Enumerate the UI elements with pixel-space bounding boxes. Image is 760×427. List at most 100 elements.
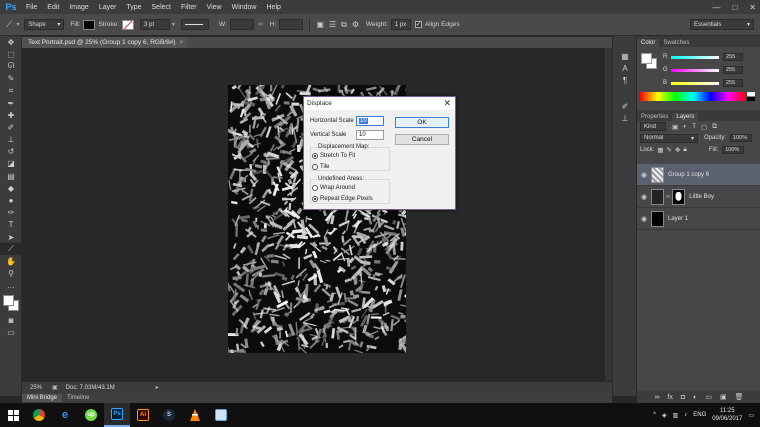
status-menu-arrow-icon[interactable]: ▸ xyxy=(156,384,159,391)
ok-button[interactable]: OK xyxy=(395,117,449,128)
layer-row-little-boy[interactable]: ◉ ∞ Little Boy xyxy=(637,186,760,208)
eyedropper-tool-icon[interactable]: ✒ xyxy=(0,97,22,109)
close-window-button[interactable]: ✕ xyxy=(749,3,756,12)
height-field[interactable] xyxy=(279,19,304,30)
dodge-tool-icon[interactable]: ● xyxy=(0,194,22,206)
quick-select-tool-icon[interactable]: ✎ xyxy=(0,73,22,85)
lock-all-icon[interactable]: 🔒︎ xyxy=(683,146,686,154)
eye-icon[interactable]: ◉ xyxy=(637,171,651,179)
stretch-to-fit-radio[interactable]: Stretch To Fit xyxy=(312,153,355,159)
edit-toolbar-icon[interactable]: … xyxy=(0,280,22,292)
wrap-around-radio[interactable]: Wrap Around xyxy=(312,185,355,191)
maximize-button[interactable]: □ xyxy=(732,3,737,12)
workspace-select[interactable]: Essentials ▾ xyxy=(690,19,754,30)
menu-type[interactable]: Type xyxy=(126,4,141,11)
tab-properties[interactable]: Properties xyxy=(637,113,672,121)
adjustment-layer-icon[interactable]: ◐ xyxy=(693,394,697,401)
crop-tool-icon[interactable]: ⌗ xyxy=(0,85,22,97)
layer-row-group-1-copy-6[interactable]: ◉ Group 1 copy 6 xyxy=(637,164,760,186)
menu-file[interactable]: File xyxy=(26,4,37,11)
volume-icon[interactable]: ♪ xyxy=(684,412,687,418)
gradient-tool-icon[interactable]: ▤ xyxy=(0,170,22,182)
lasso-tool-icon[interactable]: ᘏ xyxy=(0,60,22,72)
stretch-to-fit-radio-button[interactable] xyxy=(312,153,318,159)
blend-mode-select[interactable]: Normal ▾ xyxy=(640,133,698,143)
line-tool-icon[interactable]: ⟋ xyxy=(0,243,22,256)
lock-position-icon[interactable]: ✥ xyxy=(675,146,680,154)
fill-swatch[interactable] xyxy=(83,19,96,30)
wrap-around-radio-button[interactable] xyxy=(312,185,318,191)
pen-tool-icon[interactable]: ✑ xyxy=(0,207,22,219)
zoom-level[interactable]: 25% xyxy=(30,385,52,391)
illustrator-taskbar-icon[interactable]: Ai xyxy=(130,403,156,427)
edge-taskbar-icon[interactable]: e xyxy=(52,403,78,427)
blur-tool-icon[interactable]: ◆ xyxy=(0,182,22,194)
tab-layers[interactable]: Layers xyxy=(672,113,699,121)
red-slider[interactable] xyxy=(671,55,719,59)
repeat-edge-pixels-radio[interactable]: Repeat Edge Pixels xyxy=(312,196,373,202)
marquee-tool-icon[interactable]: ⬚ xyxy=(0,48,22,60)
shape-mode-select[interactable]: Shape ▾ xyxy=(24,19,65,30)
color-panel-foreground-swatch[interactable] xyxy=(641,53,652,64)
width-field[interactable] xyxy=(229,19,254,30)
chrome-taskbar-icon[interactable] xyxy=(26,403,52,427)
add-mask-icon[interactable]: ◘ xyxy=(681,394,685,401)
clock[interactable]: 11:25 09/06/2017 xyxy=(712,407,742,423)
clone-source-panel-icon[interactable]: ⊥ xyxy=(613,113,637,125)
tab-timeline[interactable]: Timeline xyxy=(62,394,94,402)
new-layer-icon[interactable]: ▣ xyxy=(720,393,727,401)
layer-row-layer-1[interactable]: ◉ Layer 1 xyxy=(637,208,760,230)
history-panel-icon[interactable]: ▦ xyxy=(613,50,637,62)
lock-pixels-icon[interactable]: ✎ xyxy=(667,146,672,154)
vertical-scrollbar[interactable] xyxy=(604,48,612,381)
path-operations-icon[interactable]: ▣ xyxy=(316,20,324,29)
zoom-tool-icon[interactable]: ⚲ xyxy=(0,268,22,280)
quick-mask-icon[interactable]: ◙ xyxy=(0,314,22,326)
cancel-button[interactable]: Cancel xyxy=(395,134,449,145)
path-selection-tool-icon[interactable]: ➤ xyxy=(0,231,22,243)
notepad-taskbar-icon[interactable] xyxy=(208,403,234,427)
network-icon[interactable]: ▥ xyxy=(673,412,679,419)
tile-radio-button[interactable] xyxy=(312,164,318,170)
layer-filter-select[interactable]: Kind xyxy=(640,122,666,131)
steam-taskbar-icon[interactable]: S xyxy=(156,403,182,427)
filter-pixel-icon[interactable]: ▣ xyxy=(672,123,678,131)
paragraph-panel-icon[interactable]: ¶ xyxy=(613,74,637,86)
close-tab-icon[interactable]: × xyxy=(180,39,184,46)
clone-stamp-tool-icon[interactable]: ⊥ xyxy=(0,134,22,146)
start-button[interactable] xyxy=(0,403,26,427)
menu-select[interactable]: Select xyxy=(152,4,171,11)
layer-style-icon[interactable]: fx xyxy=(667,394,672,401)
weight-field[interactable]: 1 px xyxy=(390,19,411,30)
document-tab[interactable]: Text Portrait.psd @ 25% (Group 1 copy 6,… xyxy=(22,37,187,48)
link-layers-icon[interactable]: ∞ xyxy=(654,394,659,401)
type-tool-icon[interactable]: T xyxy=(0,219,22,231)
green-slider[interactable] xyxy=(671,68,719,72)
notifications-icon[interactable]: ▭ xyxy=(748,412,754,419)
brush-tool-icon[interactable]: ✐ xyxy=(0,121,22,133)
gear-icon[interactable]: ⚙ xyxy=(352,20,359,29)
language-indicator[interactable]: ENG xyxy=(693,412,706,418)
foreground-background-colors[interactable] xyxy=(0,292,22,314)
menu-help[interactable]: Help xyxy=(267,4,281,11)
repeat-edge-pixels-radio-button[interactable] xyxy=(312,196,318,202)
minimize-button[interactable]: — xyxy=(712,3,720,12)
eye-icon[interactable]: ◉ xyxy=(637,215,651,223)
tab-color[interactable]: Color xyxy=(637,39,660,47)
menu-filter[interactable]: Filter xyxy=(181,4,197,11)
upwork-taskbar-icon[interactable]: up xyxy=(78,403,104,427)
status-export-icon[interactable]: ▣ xyxy=(52,384,58,391)
fill-value[interactable]: 100% xyxy=(722,146,745,154)
menu-view[interactable]: View xyxy=(207,4,222,11)
tile-radio[interactable]: Tile xyxy=(312,164,329,170)
photoshop-taskbar-icon[interactable]: Ps xyxy=(104,403,130,427)
spectrum-black-white[interactable] xyxy=(747,92,755,101)
opacity-value[interactable]: 100% xyxy=(730,134,753,142)
vertical-scale-input[interactable]: 10 xyxy=(356,130,384,140)
screen-mode-icon[interactable]: ▭ xyxy=(0,326,22,338)
hand-tool-icon[interactable]: ✋ xyxy=(0,255,22,267)
foreground-color-swatch[interactable] xyxy=(3,294,14,306)
stroke-size-field[interactable]: 3 pt xyxy=(140,19,171,30)
dialog-titlebar[interactable]: Displace ✕ xyxy=(304,97,455,110)
menu-image[interactable]: Image xyxy=(69,4,88,11)
